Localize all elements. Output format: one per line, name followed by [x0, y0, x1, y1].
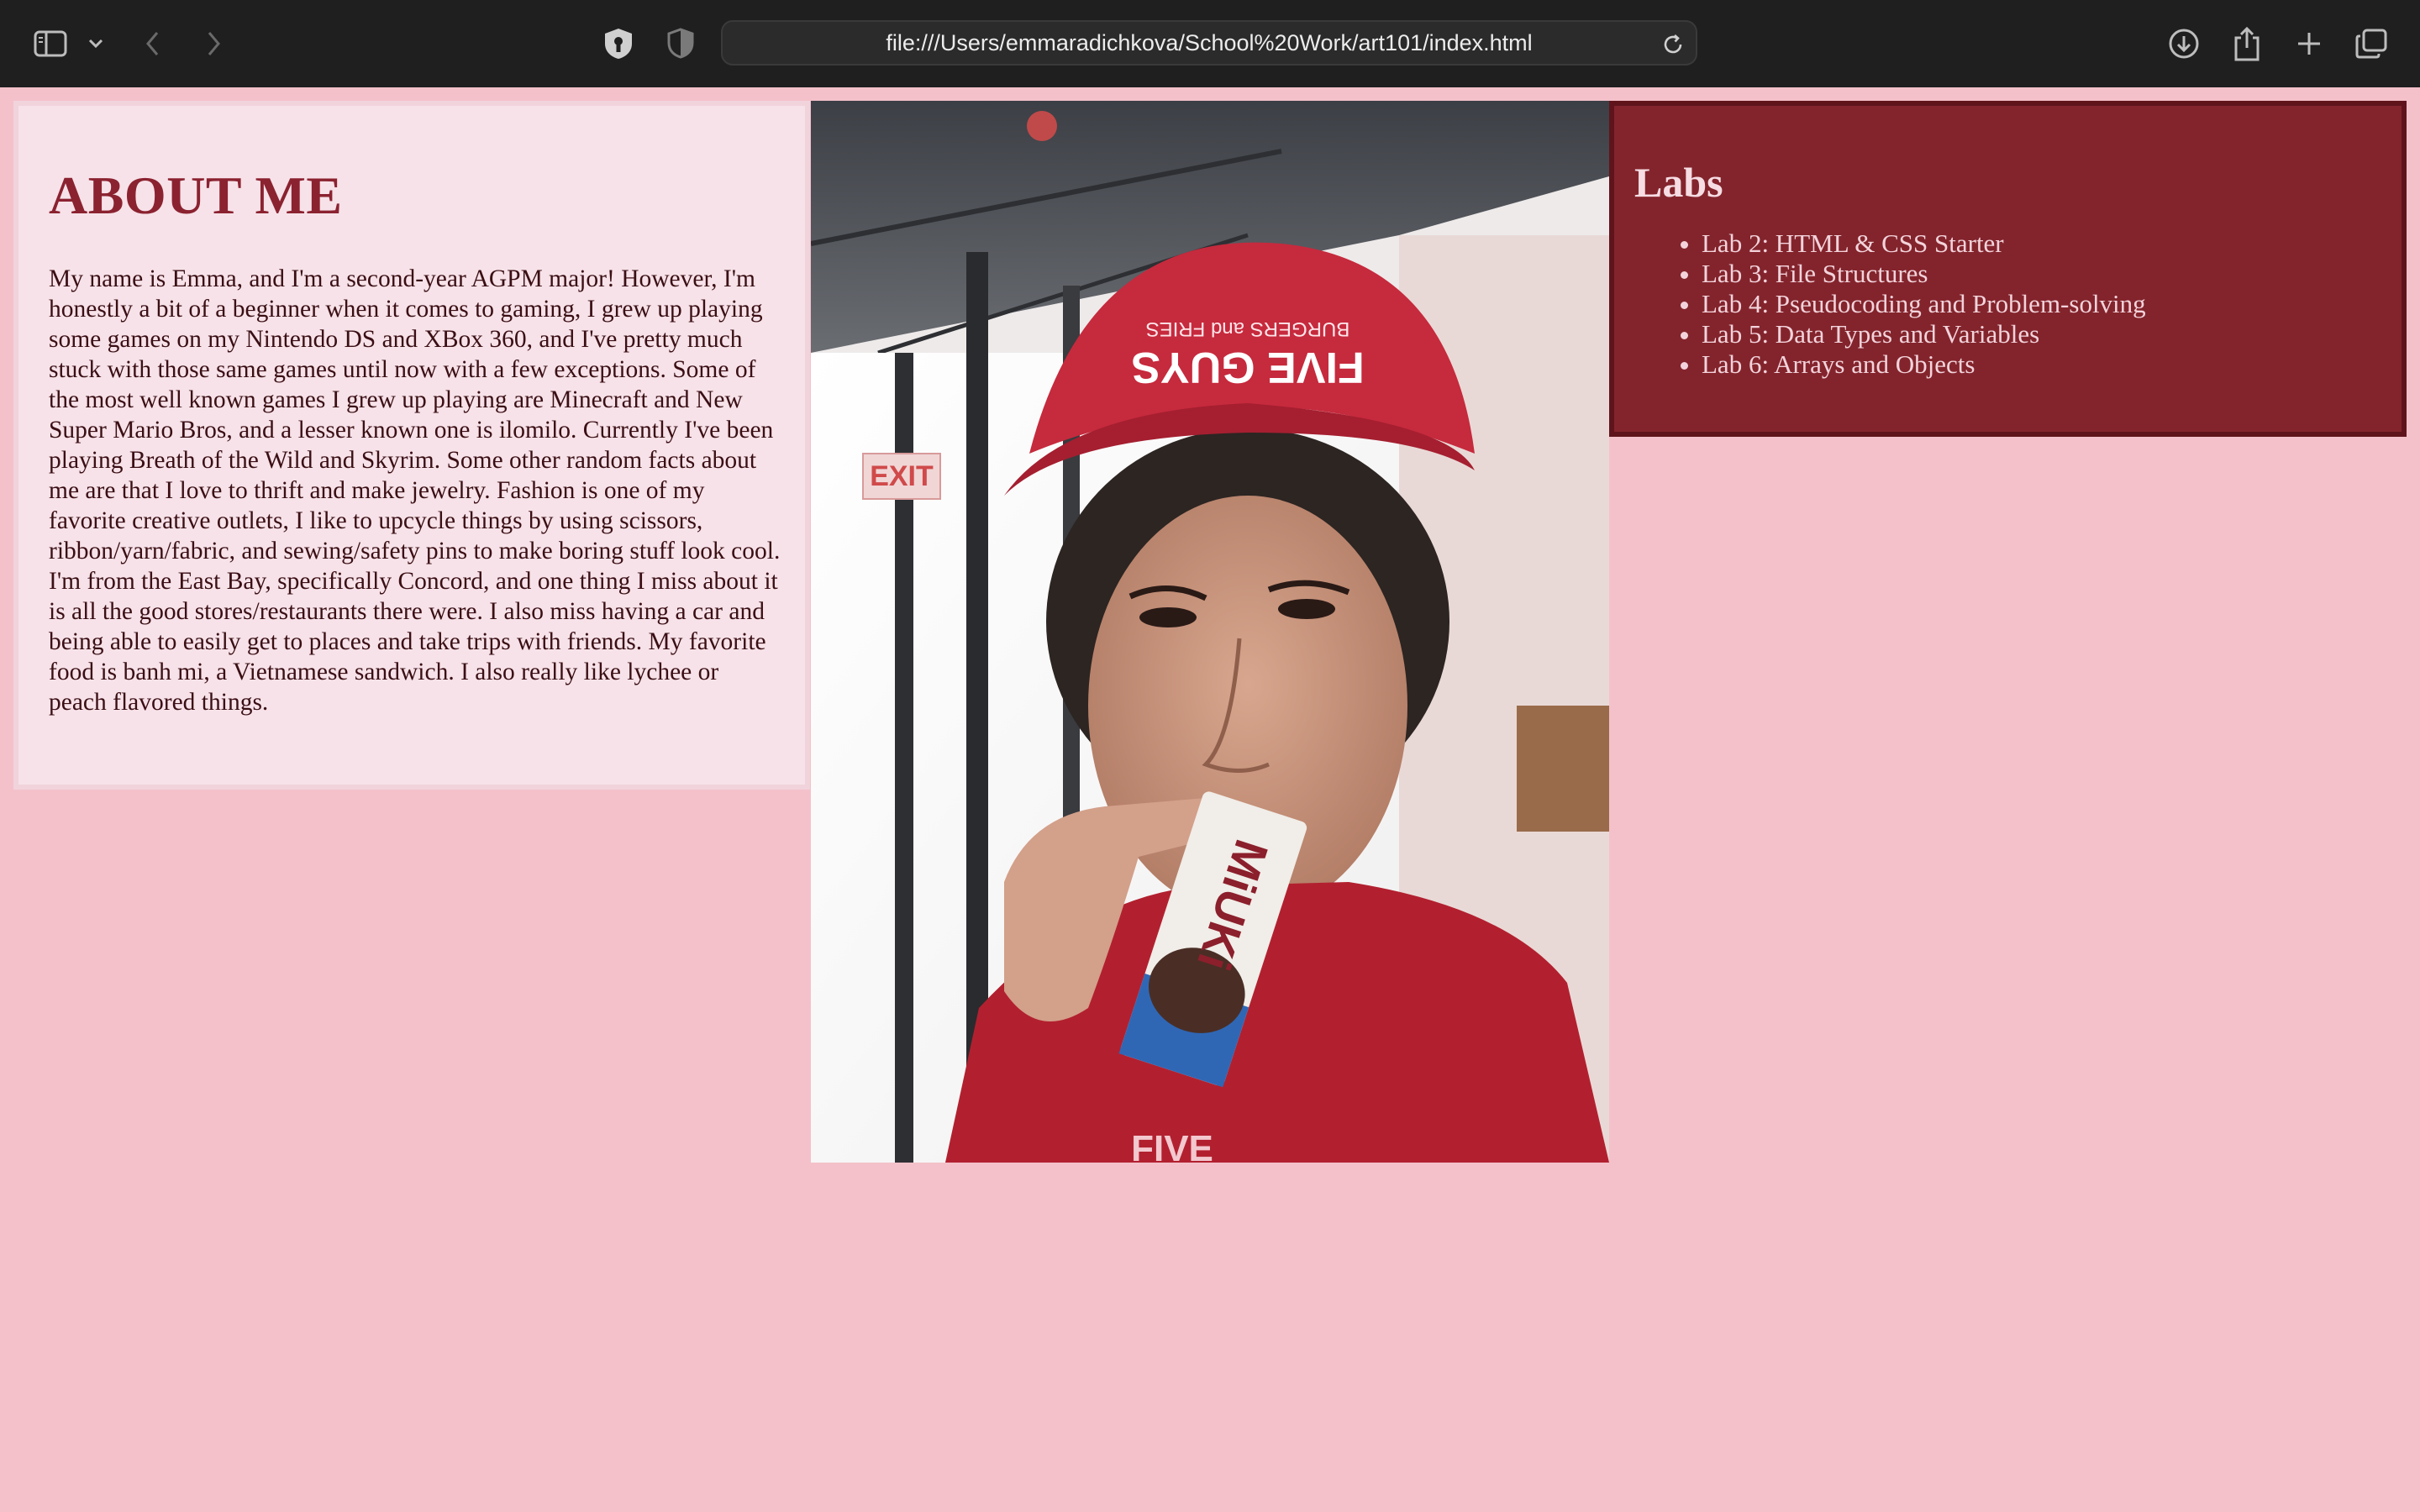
photo-illustration: EXIT FIVE GUYS BURGERS and FRIES FIVE Mi…	[811, 101, 1609, 1163]
back-icon[interactable]	[133, 24, 173, 64]
download-icon[interactable]	[2164, 24, 2204, 64]
exit-sign-text: EXIT	[870, 460, 934, 492]
browser-toolbar: file:///Users/emmaradichkova/School%20Wo…	[0, 0, 2420, 87]
labs-list: Lab 2: HTML & CSS Starter Lab 3: File St…	[1634, 228, 2376, 380]
chevron-down-icon[interactable]	[76, 24, 116, 64]
about-me-section: ABOUT ME My name is Emma, and I'm a seco…	[13, 101, 810, 790]
forward-icon[interactable]	[193, 24, 234, 64]
about-heading: ABOUT ME	[49, 165, 343, 225]
lab-link-6[interactable]: Lab 6: Arrays and Objects	[1702, 349, 2376, 380]
share-icon[interactable]	[2227, 24, 2267, 64]
lab-link-5[interactable]: Lab 5: Data Types and Variables	[1702, 319, 2376, 349]
address-bar[interactable]: file:///Users/emmaradichkova/School%20Wo…	[721, 20, 1697, 66]
tab-overview-icon[interactable]	[2351, 24, 2391, 64]
lab-link-2[interactable]: Lab 2: HTML & CSS Starter	[1702, 228, 2376, 259]
lab-link-4[interactable]: Lab 4: Pseudocoding and Problem-solving	[1702, 289, 2376, 319]
sidebar-toggle-icon[interactable]	[30, 24, 71, 64]
shirt-text: FIVE	[1131, 1128, 1213, 1163]
privacy-shield-icon[interactable]	[660, 24, 701, 64]
labs-heading: Labs	[1634, 159, 1723, 206]
cap-subtext: BURGERS and FRIES	[1146, 318, 1350, 340]
new-tab-icon[interactable]	[2289, 24, 2329, 64]
profile-photo: EXIT FIVE GUYS BURGERS and FRIES FIVE Mi…	[811, 101, 1609, 1163]
password-shield-icon[interactable]	[598, 24, 639, 64]
cap-text: FIVE GUYS	[1131, 343, 1364, 391]
lab-link-3[interactable]: Lab 3: File Structures	[1702, 259, 2376, 289]
labs-section: Labs Lab 2: HTML & CSS Starter Lab 3: Fi…	[1609, 101, 2407, 437]
about-text: My name is Emma, and I'm a second-year A…	[49, 265, 781, 716]
url-text[interactable]: file:///Users/emmaradichkova/School%20Wo…	[723, 22, 1696, 64]
reload-icon[interactable]	[1660, 32, 1686, 57]
